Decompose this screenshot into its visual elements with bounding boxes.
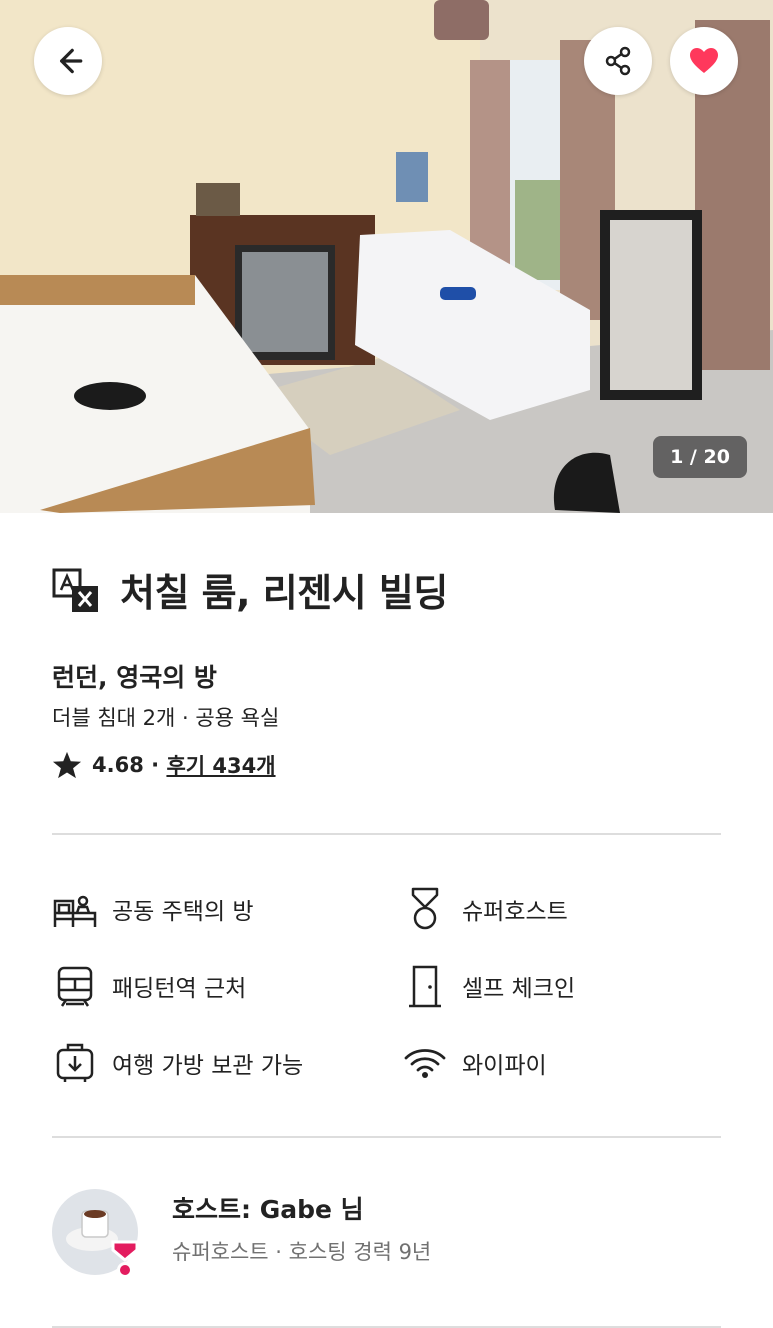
heart-icon xyxy=(690,48,718,73)
listing-title: 처칠 룸, 리젠시 빌딩 xyxy=(120,571,448,615)
listing-details: 더블 침대 2개 · 공용 욕실 xyxy=(52,706,280,730)
amenity-luggage: 여행 가방 보관 가능 xyxy=(52,1040,303,1086)
amenity-near-station: 패딩턴역 근처 xyxy=(52,963,246,1009)
translate-icon[interactable] xyxy=(52,566,100,614)
house-icon xyxy=(52,886,98,932)
divider xyxy=(52,833,721,835)
rating-value: 4.68 xyxy=(92,753,144,777)
rating-row: 4.68 · 후기 434개 xyxy=(52,750,276,780)
listing-subtitle: 런던, 영국의 방 xyxy=(52,663,217,692)
superhost-badge-icon xyxy=(111,1240,139,1278)
medal-icon xyxy=(402,886,448,932)
back-arrow-icon xyxy=(60,48,83,74)
share-icon xyxy=(605,46,631,76)
amenity-superhost: 슈퍼호스트 xyxy=(402,886,568,932)
door-icon xyxy=(402,963,448,1009)
share-button[interactable] xyxy=(584,27,652,95)
back-button[interactable] xyxy=(34,27,102,95)
train-icon xyxy=(52,963,98,1009)
wishlist-button[interactable] xyxy=(670,27,738,95)
amenity-room-in-house: 공동 주택의 방 xyxy=(52,886,254,932)
host-avatar[interactable] xyxy=(52,1189,140,1278)
amenity-label: 공동 주택의 방 xyxy=(112,899,254,925)
amenity-label: 셀프 체크인 xyxy=(462,976,576,1002)
luggage-icon xyxy=(52,1040,98,1086)
amenity-wifi: 와이파이 xyxy=(402,1040,547,1086)
amenity-label: 슈퍼호스트 xyxy=(462,899,568,925)
listing-photo[interactable]: 1 / 20 xyxy=(0,0,773,513)
amenity-label: 와이파이 xyxy=(462,1053,547,1079)
wifi-icon xyxy=(402,1040,448,1086)
amenity-label: 여행 가방 보관 가능 xyxy=(112,1053,304,1079)
star-icon xyxy=(52,751,82,779)
title-row: 처칠 룸, 리젠시 빌딩 xyxy=(52,562,448,617)
amenity-self-checkin: 셀프 체크인 xyxy=(402,963,575,1009)
divider xyxy=(52,1136,721,1138)
reviews-link[interactable]: 후기 434개 xyxy=(166,750,275,780)
host-name: 호스트: Gabe 님 xyxy=(172,1195,364,1224)
photo-counter: 1 / 20 xyxy=(653,436,747,478)
rating-separator: · xyxy=(143,753,167,777)
host-meta: 슈퍼호스트 · 호스팅 경력 9년 xyxy=(172,1240,432,1264)
amenity-label: 패딩턴역 근처 xyxy=(112,976,247,1002)
